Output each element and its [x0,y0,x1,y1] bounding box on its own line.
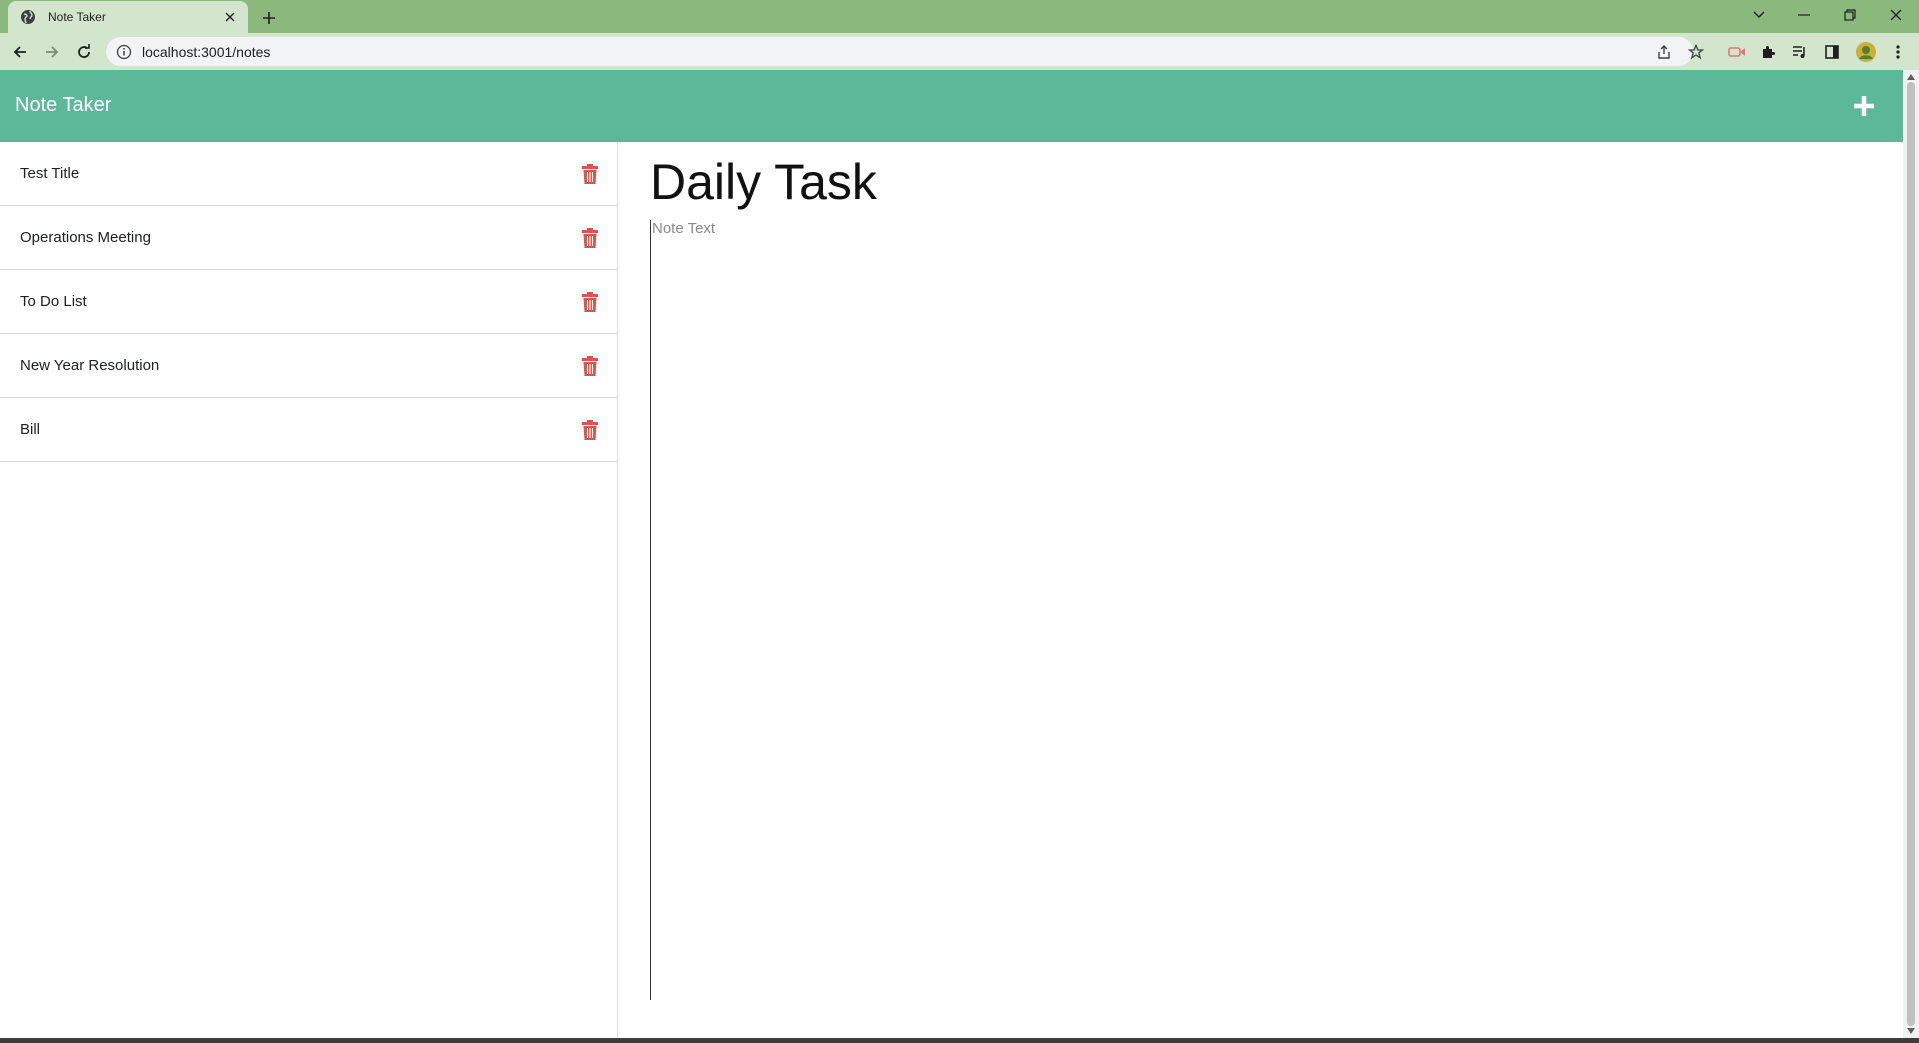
share-icon[interactable] [1655,43,1673,61]
trash-icon[interactable] [581,163,599,185]
trash-icon[interactable] [581,355,599,377]
app-navbar: Note Taker [0,70,1903,142]
trash-icon[interactable] [581,419,599,441]
list-item[interactable]: New Year Resolution [0,334,617,398]
page-viewport: Note Taker Test Title Operations Meeting… [0,70,1903,1038]
scroll-down-icon[interactable] [1906,1026,1916,1036]
bookmark-star-icon[interactable] [1687,43,1705,61]
extension-record-icon[interactable] [1728,43,1746,61]
forward-icon[interactable] [41,41,63,63]
tab-search-icon[interactable] [1743,4,1775,26]
trash-icon[interactable] [581,291,599,313]
minimize-icon[interactable] [1788,4,1820,26]
scroll-up-icon[interactable] [1906,72,1916,82]
back-icon[interactable] [9,41,31,63]
side-panel-icon[interactable] [1823,43,1841,61]
media-control-icon[interactable] [1791,43,1809,61]
note-title: Bill [20,421,41,438]
note-text-area[interactable] [650,220,1850,1000]
browser-tab-bar: Note Taker [0,0,1919,33]
scrollbar-thumb[interactable] [1907,82,1915,1026]
tab-title: Note Taker [48,10,106,24]
taskbar-edge [0,1038,1919,1043]
extensions-puzzle-icon[interactable] [1759,43,1777,61]
plus-icon[interactable] [1850,92,1878,120]
vertical-scrollbar[interactable] [1903,70,1919,1038]
new-tab-icon[interactable] [258,7,280,29]
note-title: Operations Meeting [20,229,151,246]
trash-icon[interactable] [581,227,599,249]
note-title-input[interactable] [650,152,1850,212]
url-text: localhost:3001/notes [142,43,271,60]
note-title: To Do List [20,293,87,310]
note-title: Test Title [20,165,80,182]
note-editor [619,142,1903,1038]
app-brand[interactable]: Note Taker [15,94,111,117]
profile-avatar[interactable] [1855,41,1877,63]
site-info-icon[interactable] [116,44,132,60]
list-item[interactable]: To Do List [0,270,617,334]
browser-menu-icon[interactable] [1889,43,1907,61]
reload-icon[interactable] [73,41,95,63]
list-item[interactable]: Test Title [0,142,617,206]
restore-icon[interactable] [1834,4,1866,26]
list-item[interactable]: Operations Meeting [0,206,617,270]
globe-icon [20,9,36,25]
note-title: New Year Resolution [20,357,160,374]
note-list: Test Title Operations Meeting To Do List… [0,142,618,1038]
close-window-icon[interactable] [1880,4,1912,26]
close-tab-icon[interactable] [222,9,238,25]
browser-toolbar: localhost:3001/notes [0,33,1919,70]
list-item[interactable]: Bill [0,398,617,462]
address-bar[interactable]: localhost:3001/notes [106,37,1704,66]
browser-tab[interactable]: Note Taker [8,1,248,33]
